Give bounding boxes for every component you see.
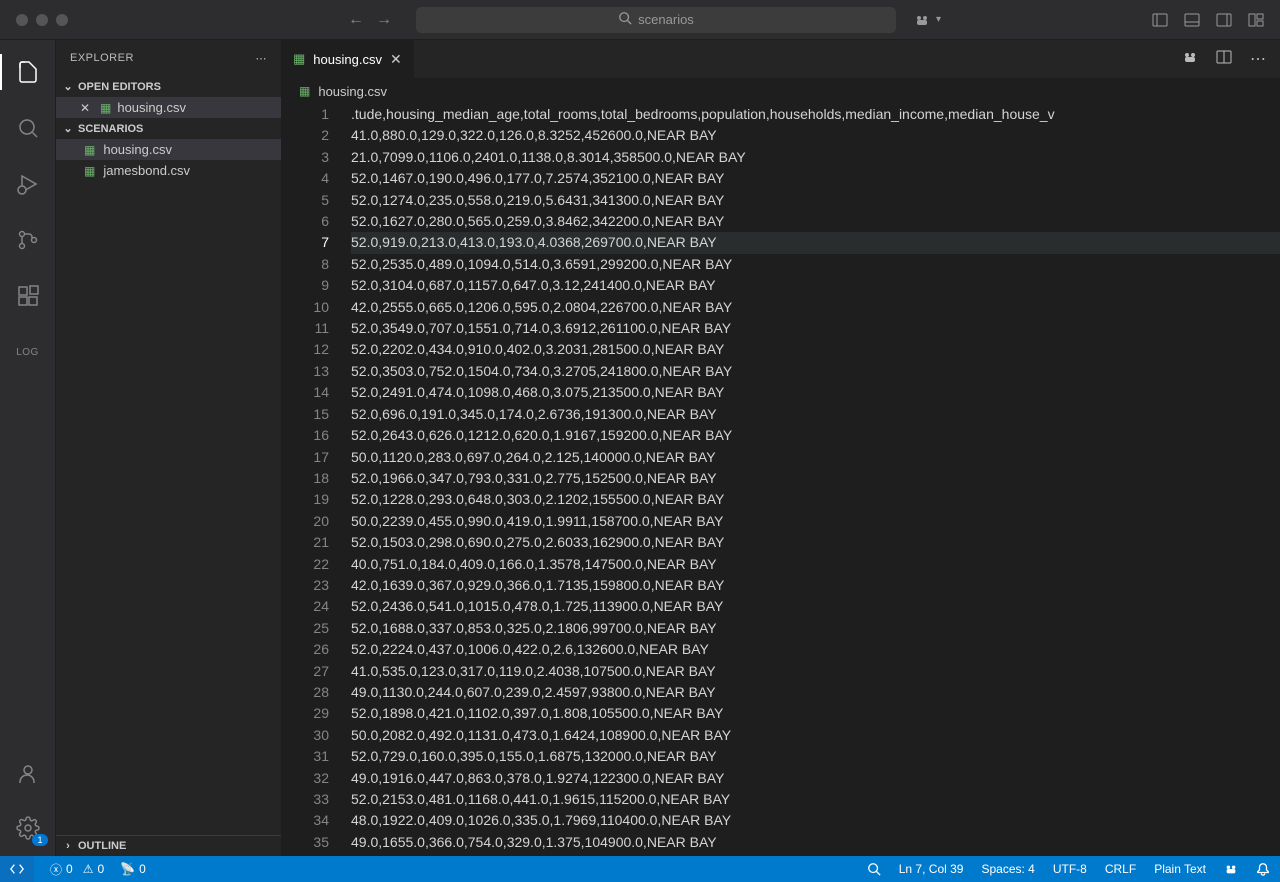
breadcrumb[interactable]: ▦ housing.csv bbox=[281, 78, 1280, 104]
maximize-window-icon[interactable] bbox=[56, 14, 68, 26]
copilot-indicator[interactable]: ▾ bbox=[914, 12, 941, 28]
chevron-right-icon: › bbox=[62, 840, 74, 852]
warning-icon: ⚠ bbox=[83, 862, 94, 876]
outline-label: OUTLINE bbox=[78, 840, 126, 852]
line-number-gutter: 1234567891011121314151617181920212223242… bbox=[281, 104, 351, 856]
update-badge: 1 bbox=[32, 834, 47, 846]
split-editor-icon[interactable] bbox=[1216, 49, 1232, 70]
search-placeholder: scenarios bbox=[638, 12, 694, 27]
outline-header[interactable]: › OUTLINE bbox=[56, 836, 281, 856]
explorer-activity-icon[interactable] bbox=[14, 58, 42, 86]
editor-actions: ⋯ bbox=[1182, 40, 1280, 78]
csv-file-icon: ▦ bbox=[299, 84, 310, 98]
copilot-status-icon[interactable] bbox=[1224, 862, 1238, 876]
eol[interactable]: CRLF bbox=[1105, 862, 1136, 876]
error-icon: ⓧ bbox=[50, 861, 62, 878]
cursor-position[interactable]: Ln 7, Col 39 bbox=[899, 862, 964, 876]
encoding[interactable]: UTF-8 bbox=[1053, 862, 1087, 876]
copilot-icon[interactable] bbox=[1182, 49, 1198, 70]
explorer-more-icon[interactable]: ⋯ bbox=[256, 52, 268, 65]
tabs-row: ▦ housing.csv ✕ ⋯ bbox=[281, 40, 1280, 78]
explorer-label: EXPLORER bbox=[70, 52, 134, 64]
notifications-icon[interactable] bbox=[1256, 862, 1270, 876]
toggle-secondary-sidebar-icon[interactable] bbox=[1216, 12, 1232, 28]
ports-count: 0 bbox=[139, 862, 146, 876]
explorer-sidebar: EXPLORER ⋯ ⌄ OPEN EDITORS ✕ ▦ housing.cs… bbox=[56, 40, 281, 856]
open-editor-item[interactable]: ✕ ▦ housing.csv bbox=[56, 97, 281, 118]
command-center-search[interactable]: scenarios bbox=[416, 7, 896, 33]
window-controls bbox=[16, 14, 68, 26]
minimize-window-icon[interactable] bbox=[36, 14, 48, 26]
ports-indicator[interactable]: 📡0 bbox=[120, 862, 146, 876]
activity-bar: LOG 1 bbox=[0, 40, 56, 856]
log-activity-icon[interactable]: LOG bbox=[14, 338, 42, 366]
csv-file-icon: ▦ bbox=[84, 143, 95, 157]
tab-housing-csv[interactable]: ▦ housing.csv ✕ bbox=[281, 40, 415, 78]
layout-controls bbox=[1152, 12, 1264, 28]
breadcrumb-file: housing.csv bbox=[318, 84, 387, 99]
customize-layout-icon[interactable] bbox=[1248, 12, 1264, 28]
close-tab-icon[interactable]: ✕ bbox=[390, 51, 402, 68]
extensions-activity-icon[interactable] bbox=[14, 282, 42, 310]
open-editors-label: OPEN EDITORS bbox=[78, 81, 161, 93]
status-bar: ⓧ0 ⚠0 📡0 Ln 7, Col 39 Spaces: 4 UTF-8 CR… bbox=[0, 856, 1280, 882]
toggle-panel-icon[interactable] bbox=[1184, 12, 1200, 28]
editor-group: ▦ housing.csv ✕ ⋯ ▦ housing.csv 12345678… bbox=[281, 40, 1280, 856]
csv-file-icon: ▦ bbox=[84, 164, 95, 178]
chevron-down-icon: ⌄ bbox=[62, 122, 74, 135]
close-editor-icon[interactable]: ✕ bbox=[80, 101, 94, 115]
close-window-icon[interactable] bbox=[16, 14, 28, 26]
search-icon bbox=[618, 11, 632, 28]
nav-back-icon[interactable]: ← bbox=[348, 11, 364, 29]
tab-label: housing.csv bbox=[313, 52, 382, 67]
warning-count: 0 bbox=[97, 862, 104, 876]
nav-forward-icon[interactable]: → bbox=[376, 11, 392, 29]
language-mode[interactable]: Plain Text bbox=[1154, 862, 1206, 876]
file-tree-item[interactable]: ▦ jamesbond.csv bbox=[56, 160, 281, 181]
accounts-icon[interactable] bbox=[14, 760, 42, 788]
open-editors-header[interactable]: ⌄ OPEN EDITORS bbox=[56, 76, 281, 97]
sidebar-title: EXPLORER ⋯ bbox=[56, 40, 281, 76]
csv-file-icon: ▦ bbox=[293, 51, 305, 67]
find-in-files-icon[interactable] bbox=[867, 862, 881, 876]
manage-gear-icon[interactable]: 1 bbox=[14, 814, 42, 842]
toggle-primary-sidebar-icon[interactable] bbox=[1152, 12, 1168, 28]
remote-indicator[interactable] bbox=[0, 856, 34, 882]
search-activity-icon[interactable] bbox=[14, 114, 42, 142]
titlebar: ← → scenarios ▾ bbox=[0, 0, 1280, 40]
chevron-down-icon: ▾ bbox=[936, 14, 941, 25]
file-name: housing.csv bbox=[103, 142, 172, 157]
file-name: jamesbond.csv bbox=[103, 163, 190, 178]
problems-indicator[interactable]: ⓧ0 ⚠0 bbox=[50, 861, 104, 878]
code-content[interactable]: .tude,housing_median_age,total_rooms,tot… bbox=[351, 104, 1280, 856]
source-control-activity-icon[interactable] bbox=[14, 226, 42, 254]
radio-tower-icon: 📡 bbox=[120, 862, 135, 876]
chevron-down-icon: ⌄ bbox=[62, 80, 74, 93]
folder-label: SCENARIOS bbox=[78, 123, 143, 135]
file-tree-item[interactable]: ▦ housing.csv bbox=[56, 139, 281, 160]
more-actions-icon[interactable]: ⋯ bbox=[1250, 49, 1266, 69]
folder-header[interactable]: ⌄ SCENARIOS bbox=[56, 118, 281, 139]
error-count: 0 bbox=[66, 862, 73, 876]
text-editor[interactable]: 1234567891011121314151617181920212223242… bbox=[281, 104, 1280, 856]
indentation[interactable]: Spaces: 4 bbox=[981, 862, 1034, 876]
run-debug-activity-icon[interactable] bbox=[14, 170, 42, 198]
csv-file-icon: ▦ bbox=[100, 101, 111, 115]
nav-arrows: ← → bbox=[348, 11, 392, 29]
open-editor-filename: housing.csv bbox=[117, 100, 186, 115]
